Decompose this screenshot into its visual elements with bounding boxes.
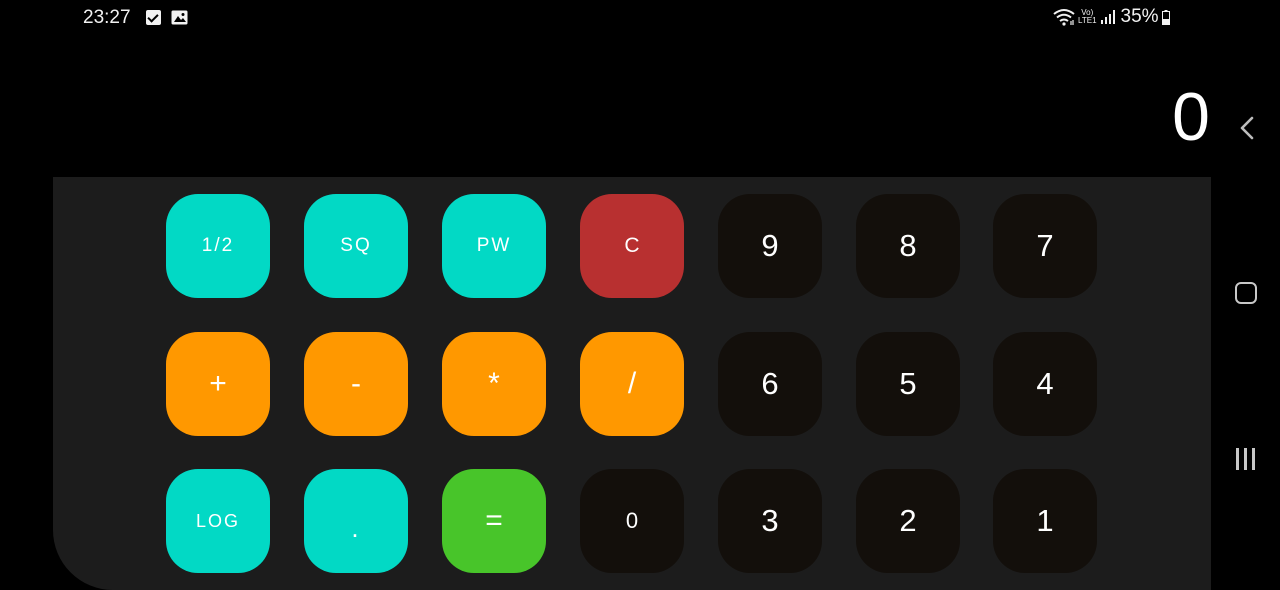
digit-1-button[interactable]: 1 (993, 469, 1097, 573)
signal-icon (1100, 10, 1115, 24)
wifi-icon (1053, 9, 1075, 26)
calculator-screen: 23:27 Vo) LTE1 35% 0 1/2 SQ PW C 9 8 7 +… (0, 0, 1280, 590)
key-label: . (351, 512, 361, 543)
key-label: * (488, 367, 500, 400)
key-label: 2 (899, 503, 917, 538)
status-time: 23:27 (83, 7, 131, 28)
digit-8-button[interactable]: 8 (856, 194, 960, 298)
log-button[interactable]: LOG (166, 469, 270, 573)
digit-3-button[interactable]: 3 (718, 469, 822, 573)
key-label: 0 (625, 508, 639, 533)
equals-button[interactable]: = (442, 469, 546, 573)
digit-4-button[interactable]: 4 (993, 332, 1097, 436)
image-icon (171, 10, 188, 25)
recents-icon[interactable] (1235, 448, 1257, 470)
subtract-button[interactable]: - (304, 332, 408, 436)
key-label: + (209, 367, 227, 400)
battery-percentage: 35% (1120, 6, 1159, 27)
square-button[interactable]: SQ (304, 194, 408, 298)
home-icon[interactable] (1235, 282, 1257, 304)
key-label: 4 (1036, 366, 1054, 401)
digit-9-button[interactable]: 9 (718, 194, 822, 298)
check-box-icon (146, 10, 161, 25)
key-label: 9 (761, 228, 779, 263)
key-label: 8 (899, 228, 917, 263)
key-label: 3 (761, 503, 779, 538)
keypad: 1/2 SQ PW C 9 8 7 + - * / 6 5 4 LOG . = … (53, 177, 1211, 590)
power-button[interactable]: PW (442, 194, 546, 298)
digit-5-button[interactable]: 5 (856, 332, 960, 436)
key-label: LOG (195, 510, 240, 531)
display-value: 0 (1172, 79, 1210, 155)
key-label: C (624, 234, 640, 257)
volte-line2: LTE1 (1078, 16, 1097, 25)
key-label: SQ (340, 235, 372, 256)
digit-2-button[interactable]: 2 (856, 469, 960, 573)
key-label: / (627, 367, 637, 400)
key-label: = (485, 504, 503, 537)
digit-0-button[interactable]: 0 (580, 469, 684, 573)
half-button[interactable]: 1/2 (166, 194, 270, 298)
decimal-button[interactable]: . (304, 469, 408, 573)
add-button[interactable]: + (166, 332, 270, 436)
battery-icon (1161, 9, 1170, 25)
status-right-group: Vo) LTE1 35% (1052, 4, 1170, 30)
key-label: PW (476, 235, 512, 256)
clear-button[interactable]: C (580, 194, 684, 298)
digit-6-button[interactable]: 6 (718, 332, 822, 436)
key-label: - (351, 367, 361, 400)
digit-7-button[interactable]: 7 (993, 194, 1097, 298)
key-label: 7 (1036, 228, 1054, 263)
divide-button[interactable]: / (580, 332, 684, 436)
key-label: 1/2 (201, 235, 235, 256)
chevron-left-icon[interactable] (1232, 112, 1260, 144)
key-label: 6 (761, 366, 779, 401)
key-label: 5 (899, 366, 917, 401)
key-label: 1 (1036, 503, 1054, 538)
multiply-button[interactable]: * (442, 332, 546, 436)
volte-icon: Vo) LTE1 (1078, 9, 1097, 25)
